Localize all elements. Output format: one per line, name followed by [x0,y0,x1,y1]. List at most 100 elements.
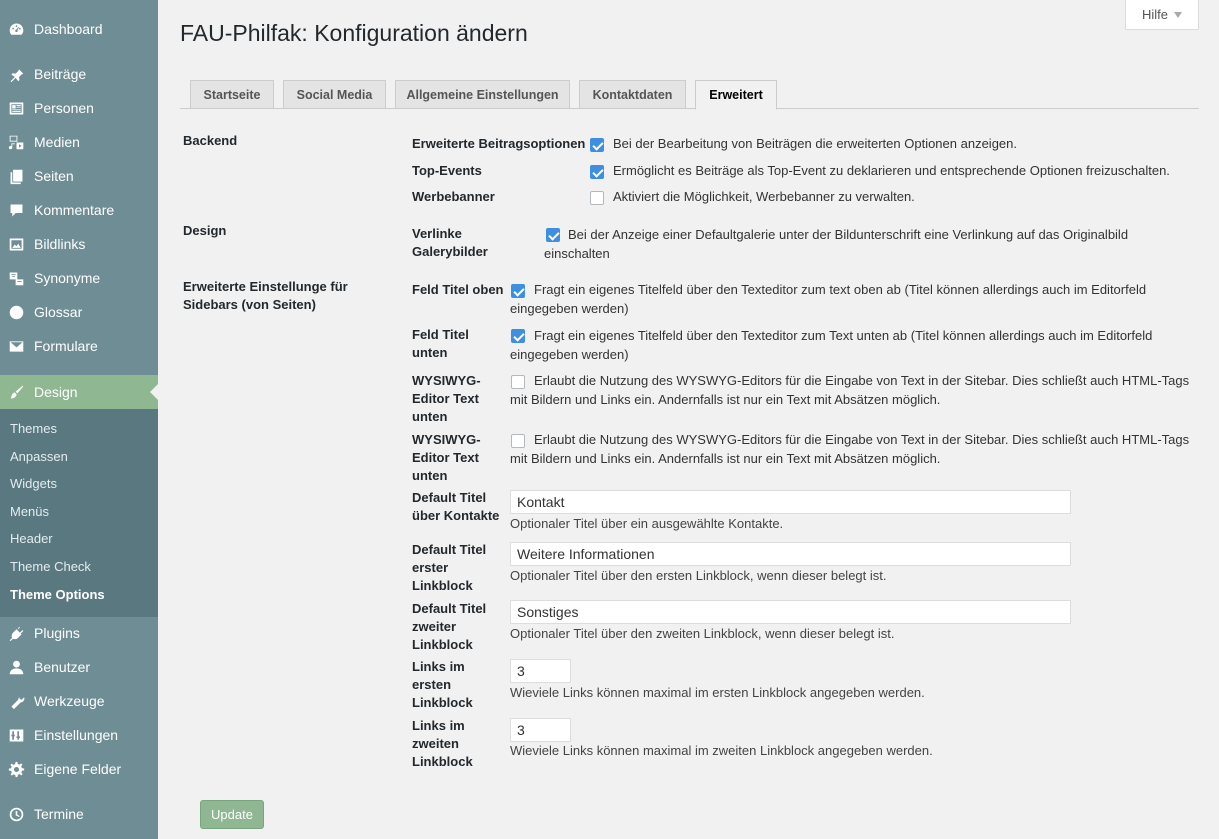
sidebar-item-beitraege[interactable]: Beiträge [0,57,158,91]
id-card-icon [6,98,26,118]
topevents-checkbox[interactable] [590,165,604,179]
titel-linkblock2-input[interactable]: Sonstiges [510,600,1071,624]
sidebar-item-termine[interactable]: Termine [0,797,158,831]
links-linkblock1-label-line2: ersten [412,677,452,692]
titel-linkblock1-input[interactable]: Weitere Informationen [510,542,1071,566]
sidebar-item-label: Seiten [34,168,74,184]
page-title: FAU-Philfak: Konfiguration ändern [180,20,528,46]
titel-kontakte-label: Default Titel über Kontakte [412,489,499,525]
sidebar-item-label: Werkzeuge [34,693,105,709]
sidebar-item-personen[interactable]: Personen [0,91,158,125]
titel-kontakte-input[interactable]: Kontakt [510,490,1071,514]
wysiwyg2-checkbox[interactable] [511,434,525,448]
titel-oben-label: Feld Titel oben [412,282,504,297]
sidebar-item-kommentare[interactable]: Kommentare [0,193,158,227]
wysiwyg2-label-line3: unten [412,468,448,483]
sidebar-item-medien[interactable]: Medien [0,125,158,159]
user-icon [6,657,26,677]
submenu-item-theme-check[interactable]: Theme Check [10,559,91,574]
beitragsoptionen-description: Bei der Bearbeitung von Beiträgen die er… [613,136,1017,151]
dashboard-icon [6,19,26,39]
titel-unten-label-line2: unten [412,345,448,360]
sidebar-item-einstellungen[interactable]: Einstellungen [0,718,158,752]
titel-linkblock1-label-line1: Default Titel [412,542,487,557]
titel-linkblock1-label-line3: Linkblock [412,578,473,593]
links-linkblock2-input[interactable]: 3 [510,718,571,742]
titel-linkblock2-label-line2: zweiter [412,619,457,634]
sidebar-item-label: Benutzer [34,659,91,675]
media-icon [6,132,26,152]
sidebar-item-label: Bildlinks [34,236,86,252]
submenu-item-anpassen[interactable]: Anpassen [10,449,68,464]
sidebar-item-glossar[interactable]: Glossar [0,295,158,329]
titel-oben-description-line1: Fragt ein eigenes Titelfeld über den Tex… [534,282,1147,297]
wysiwyg1-label-line3: unten [412,409,448,424]
titel-oben-description-line2: eingegeben werden) [510,301,629,316]
design-submenu: Themes Anpassen Widgets Menüs Header The… [0,409,158,617]
update-button[interactable]: Update [200,800,264,829]
titel-kontakte-label-line2: über Kontakte [412,508,500,523]
wysiwyg2-description-line1: Erlaubt die Nutzung des WYSWYG-Editors f… [534,432,1190,447]
werbebanner-checkbox[interactable] [590,191,604,205]
titel-unten-description-line2: eingegeben werden) [510,347,629,362]
sidebar-item-eigene-felder[interactable]: Eigene Felder [0,752,158,786]
pin-icon [6,64,26,84]
settings-tabs: Startseite Social Media Allgemeine Einst… [180,80,1199,110]
sidebar-item-design[interactable]: Design [0,375,158,409]
galerie-checkbox[interactable] [546,228,560,242]
translation-icon [6,268,26,288]
wysiwyg2-label: WYSIWYG- Editor Text unten [412,431,481,485]
wysiwyg1-checkbox[interactable] [511,375,525,389]
sidebar-item-formulare[interactable]: Formulare [0,329,158,363]
links-linkblock2-label-line3: Linkblock [412,754,473,769]
links-linkblock2-label-line2: zweiten [412,736,459,751]
mail-icon [6,336,26,356]
brush-icon [6,382,26,402]
links-linkblock2-help: Wieviele Links können maximal im zweiten… [510,743,933,758]
wysiwyg2-description-line2: mit Bildern und Links ein. Andernfalls i… [510,451,941,466]
gear-icon [6,759,26,779]
titel-linkblock1-label: Default Titel erster Linkblock [412,541,486,595]
links-linkblock1-label-line3: Linkblock [412,695,473,710]
sidebar-item-label: Plugins [34,625,80,641]
sidebar-item-bildlinks[interactable]: Bildlinks [0,227,158,261]
submenu-item-menues[interactable]: Menüs [10,504,49,519]
submenu-item-themes[interactable]: Themes [10,421,57,436]
sidebar-item-label: Einstellungen [34,727,119,743]
sidebar-item-plugins[interactable]: Plugins [0,616,158,650]
sidebar-item-benutzer[interactable]: Benutzer [0,650,158,684]
submenu-item-header[interactable]: Header [10,531,53,546]
sidebar-item-seiten[interactable]: Seiten [0,159,158,193]
sidebar-item-label: Glossar [34,304,83,320]
beitragsoptionen-checkbox[interactable] [590,138,604,152]
galerie-label-line2: Galerybilder [412,244,488,259]
links-linkblock1-input[interactable]: 3 [510,659,571,683]
section-sidebars-label-line1: Erweiterte Einstellunge für [183,279,348,294]
tab-social-media[interactable]: Social Media [283,80,386,109]
sidebar-item-label: Medien [34,134,80,150]
sidebar-item-synonyme[interactable]: Synonyme [0,261,158,295]
wysiwyg1-label-line2: Editor Text [412,391,479,406]
wysiwyg1-label-line1: WYSIWYG- [412,373,481,388]
help-tab-button[interactable]: Hilfe [1125,0,1199,30]
clock-icon [6,804,26,824]
section-backend-label: Backend [183,133,238,148]
galerie-description-line2: einschalten [544,246,610,261]
titel-unten-checkbox[interactable] [511,329,525,343]
titel-linkblock1-help: Optionaler Titel über den ersten Linkblo… [510,568,887,583]
titel-linkblock2-label-line3: Linkblock [412,637,473,652]
submenu-item-theme-options[interactable]: Theme Options [10,587,105,602]
help-tab-label: Hilfe [1141,7,1168,22]
titel-oben-checkbox[interactable] [511,284,525,298]
sidebar-item-dashboard[interactable]: Dashboard [0,12,158,46]
wrench-icon [6,691,26,711]
sidebar-item-werkzeuge[interactable]: Werkzeuge [0,684,158,718]
wysiwyg1-description-line2: mit Bildern und Links ein. Andernfalls i… [510,392,941,407]
submenu-item-widgets[interactable]: Widgets [10,476,57,491]
tab-erweitert[interactable]: Erweitert [695,80,777,110]
tab-allgemeine-einstellungen[interactable]: Allgemeine Einstellungen [395,80,570,109]
topevents-description: Ermöglicht es Beiträge als Top-Event zu … [613,163,1170,178]
tab-startseite[interactable]: Startseite [190,80,274,109]
section-sidebars-label: Erweiterte Einstellunge für Sidebars (vo… [183,278,348,314]
tab-kontaktdaten[interactable]: Kontaktdaten [579,80,686,109]
